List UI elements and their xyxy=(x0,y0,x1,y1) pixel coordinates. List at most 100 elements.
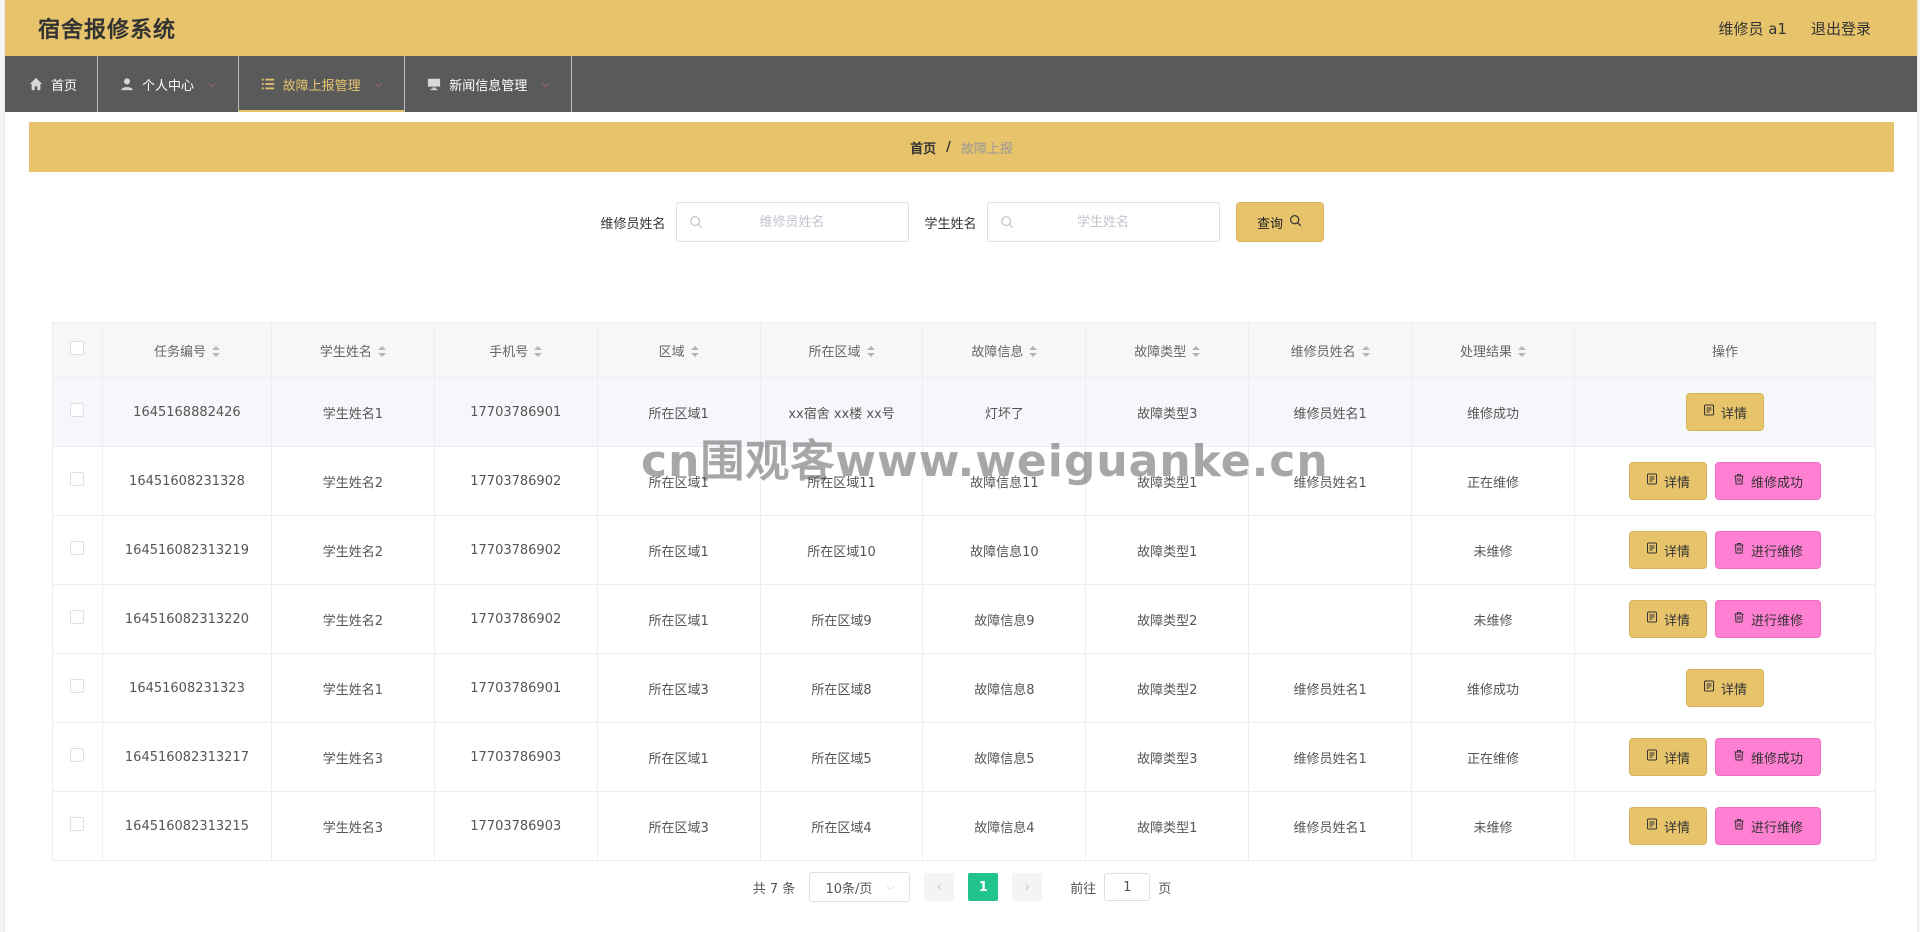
detail-button[interactable]: 详情 xyxy=(1628,738,1707,776)
sort-icon[interactable] xyxy=(1361,346,1370,358)
cell-phone: 17703786902 xyxy=(433,584,598,654)
repairer-name-field[interactable] xyxy=(675,202,909,242)
cell-phone: 17703786903 xyxy=(433,722,598,792)
cell-repairer: 维修员姓名1 xyxy=(1248,722,1413,792)
cell-location: 所在区域9 xyxy=(759,584,924,654)
col-header-location[interactable]: 所在区域 xyxy=(759,322,924,378)
row-checkbox[interactable] xyxy=(70,679,85,693)
row-checkbox[interactable] xyxy=(70,472,85,486)
next-page-button[interactable]: › xyxy=(1012,873,1043,901)
status-action-button[interactable]: 进行维修 xyxy=(1714,807,1821,845)
sort-icon[interactable] xyxy=(377,346,386,358)
cell-repairer: 维修员姓名1 xyxy=(1248,791,1413,861)
cell-phone: 17703786901 xyxy=(433,653,598,723)
detail-button[interactable]: 详情 xyxy=(1628,807,1707,845)
cell-id: 1645168882426 xyxy=(101,377,272,447)
status-action-button[interactable]: 维修成功 xyxy=(1714,738,1821,776)
chevron-down-icon: ⌵ xyxy=(541,78,549,90)
cell-type: 故障类型2 xyxy=(1085,653,1250,723)
cell-student: 学生姓名2 xyxy=(270,515,435,585)
status-action-button[interactable]: 进行维修 xyxy=(1714,531,1821,569)
row-select-cell xyxy=(52,584,103,654)
col-header-fault[interactable]: 故障信息 xyxy=(922,322,1087,378)
cell-fault: 故障信息10 xyxy=(922,515,1087,585)
list-icon xyxy=(261,77,275,91)
cell-type: 故障类型3 xyxy=(1085,377,1250,447)
detail-button[interactable]: 详情 xyxy=(1685,393,1764,431)
repairer-name-label: 维修员姓名 xyxy=(600,216,666,232)
table-header-row: 任务编号 学生姓名 手机号 区域 所在区域 故障信息 故障类型 维修员姓名 处理… xyxy=(52,322,1877,378)
student-name-field[interactable] xyxy=(986,202,1220,242)
sort-icon[interactable] xyxy=(1192,346,1201,358)
table-row[interactable]: 164516082313217 学生姓名3 17703786903 所在区域1 所在区域… xyxy=(52,722,1877,792)
row-checkbox[interactable] xyxy=(70,817,85,831)
current-user: 维修员 a1 xyxy=(1718,19,1787,38)
cell-student: 学生姓名3 xyxy=(270,722,435,792)
table-row[interactable]: 164516082313215 学生姓名3 17703786903 所在区域3 所在区域… xyxy=(52,791,1877,861)
detail-button[interactable]: 详情 xyxy=(1685,669,1764,707)
cell-actions: 详情 xyxy=(1573,377,1877,447)
col-header-phone[interactable]: 手机号 xyxy=(433,322,598,378)
sort-icon[interactable] xyxy=(1029,346,1038,358)
breadcrumb-home[interactable]: 首页 xyxy=(910,138,936,157)
nav-item-personal[interactable]: 个人中心 ⌵ xyxy=(98,56,239,112)
cell-student: 学生姓名2 xyxy=(270,584,435,654)
cell-fault: 故障信息8 xyxy=(922,653,1087,723)
sort-icon[interactable] xyxy=(690,346,699,358)
select-all-cell xyxy=(52,322,103,378)
sort-icon[interactable] xyxy=(211,346,220,358)
col-header-type[interactable]: 故障类型 xyxy=(1085,322,1250,378)
status-action-button[interactable]: 进行维修 xyxy=(1714,600,1821,638)
cell-result: 正在维修 xyxy=(1411,722,1575,792)
table-row[interactable]: 164516082313220 学生姓名2 17703786902 所在区域1 所在区域… xyxy=(52,584,1877,654)
table-row[interactable]: 16451608231323 学生姓名1 17703786901 所在区域3 所在区域8… xyxy=(52,653,1877,723)
nav-item-home[interactable]: 首页 xyxy=(5,56,99,112)
col-header-task-id[interactable]: 任务编号 xyxy=(101,322,272,378)
detail-button[interactable]: 详情 xyxy=(1628,600,1707,638)
cell-type: 故障类型2 xyxy=(1085,584,1250,654)
row-checkbox[interactable] xyxy=(70,403,85,417)
table-row[interactable]: 1645168882426 学生姓名1 17703786901 所在区域1 xx宿舍 x… xyxy=(52,377,1877,447)
page-number-1[interactable]: 1 xyxy=(968,873,999,901)
cell-result: 维修成功 xyxy=(1411,653,1575,723)
cell-phone: 17703786902 xyxy=(433,515,598,585)
prev-page-button[interactable]: ‹ xyxy=(924,873,955,901)
trash-icon xyxy=(1733,611,1745,627)
cell-result: 未维修 xyxy=(1411,515,1575,585)
page-size-select[interactable]: 10条/页 ⌵ xyxy=(809,872,911,902)
status-action-button[interactable]: 维修成功 xyxy=(1714,462,1821,500)
student-name-input[interactable] xyxy=(1023,214,1184,230)
col-header-result[interactable]: 处理结果 xyxy=(1411,322,1575,378)
select-all-checkbox[interactable] xyxy=(70,341,85,355)
row-select-cell xyxy=(52,446,103,516)
sort-icon[interactable] xyxy=(534,346,543,358)
nav-item-fault-report[interactable]: 故障上报管理 ⌵ xyxy=(238,56,406,112)
row-checkbox[interactable] xyxy=(70,541,85,555)
repairer-name-input[interactable] xyxy=(712,214,872,230)
col-header-repairer[interactable]: 维修员姓名 xyxy=(1248,322,1413,378)
detail-button[interactable]: 详情 xyxy=(1628,531,1707,569)
query-button[interactable]: 查询 xyxy=(1235,202,1324,242)
cell-fault: 故障信息9 xyxy=(922,584,1087,654)
cell-id: 164516082313220 xyxy=(101,584,272,654)
cell-repairer: 维修员姓名1 xyxy=(1248,377,1413,447)
row-checkbox[interactable] xyxy=(70,610,85,624)
col-header-student[interactable]: 学生姓名 xyxy=(270,322,435,378)
cell-actions: 详情 进行维修 xyxy=(1573,791,1877,861)
chevron-left-icon: ‹ xyxy=(936,879,942,895)
table-row[interactable]: 164516082313219 学生姓名2 17703786902 所在区域1 所在区域… xyxy=(52,515,1877,585)
col-header-area[interactable]: 区域 xyxy=(596,322,761,378)
student-name-label: 学生姓名 xyxy=(924,216,977,232)
cell-actions: 详情 维修成功 xyxy=(1573,446,1877,516)
nav-label-home: 首页 xyxy=(51,78,78,94)
row-checkbox[interactable] xyxy=(70,748,85,762)
detail-button[interactable]: 详情 xyxy=(1628,462,1707,500)
sort-icon[interactable] xyxy=(866,346,875,358)
logout-link[interactable]: 退出登录 xyxy=(1811,18,1871,39)
document-icon xyxy=(1703,680,1715,696)
cell-phone: 17703786902 xyxy=(433,446,598,516)
nav-item-news[interactable]: 新闻信息管理 ⌵ xyxy=(405,56,572,112)
sort-icon[interactable] xyxy=(1518,346,1527,358)
table-row[interactable]: 16451608231328 学生姓名2 17703786902 所在区域1 所在区域1… xyxy=(52,446,1877,516)
goto-page-input[interactable]: 1 xyxy=(1104,873,1151,901)
